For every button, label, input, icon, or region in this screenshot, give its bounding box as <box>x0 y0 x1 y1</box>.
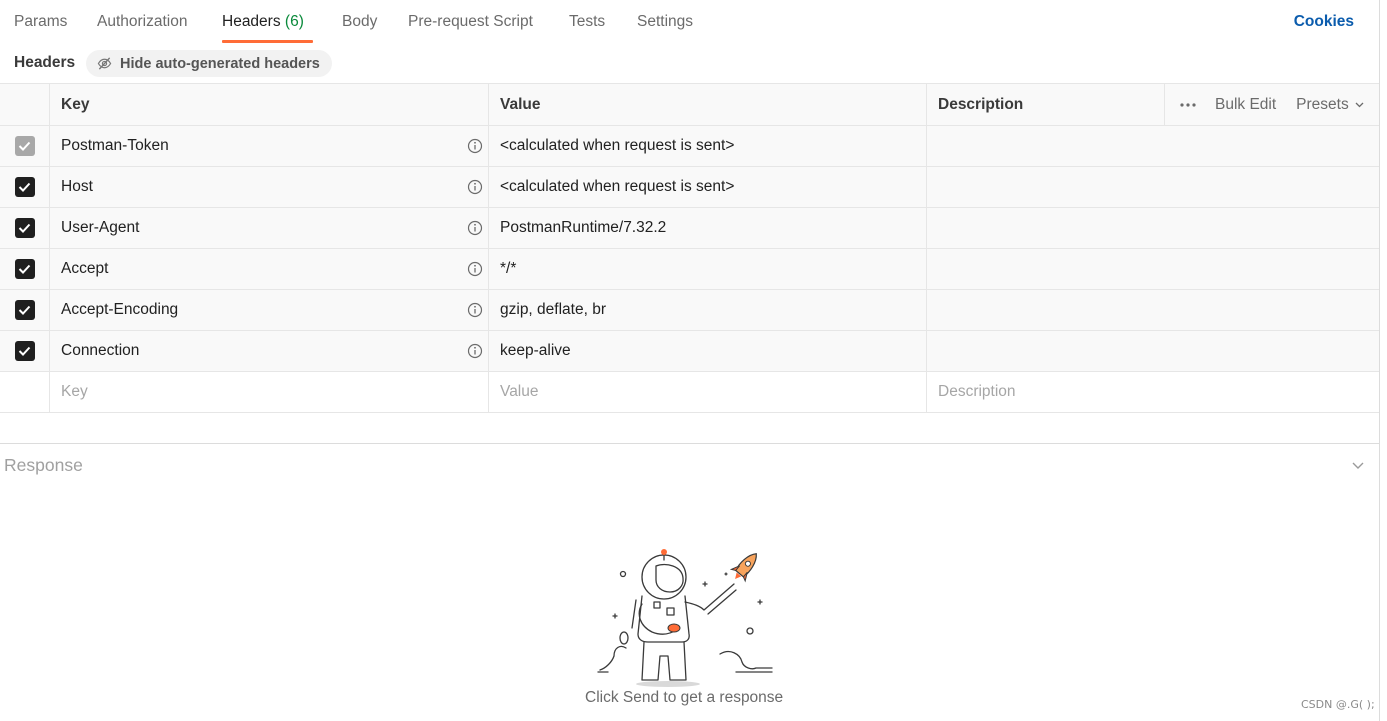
headers-table: Key Value Description Bulk Edit Presets … <box>0 83 1379 413</box>
hide-button-label: Hide auto-generated headers <box>120 55 320 72</box>
info-icon[interactable] <box>467 261 483 277</box>
row-checkbox[interactable] <box>14 341 35 361</box>
row-checkbox[interactable] <box>14 300 35 320</box>
headers-section-title: Headers <box>14 54 76 71</box>
column-header-value: Value <box>489 84 927 125</box>
check-icon <box>18 141 31 151</box>
table-row: Connection keep-alive <box>0 331 1379 372</box>
new-key-input[interactable]: Key <box>50 372 489 412</box>
new-header-row: Key Value Description <box>0 372 1379 413</box>
table-row: User-Agent PostmanRuntime/7.32.2 <box>0 208 1379 249</box>
row-checkbox-cell <box>0 372 50 412</box>
chevron-down-icon <box>1355 102 1364 108</box>
description-cell[interactable] <box>927 167 1379 207</box>
column-header-key: Key <box>50 84 489 125</box>
new-value-input[interactable]: Value <box>489 372 927 412</box>
right-panel-border <box>1379 0 1380 721</box>
row-checkbox-cell <box>0 331 50 371</box>
value-cell[interactable]: */* <box>489 249 927 289</box>
table-header-row: Key Value Description Bulk Edit Presets <box>0 84 1379 126</box>
response-empty-hint: Click Send to get a response <box>585 689 784 706</box>
description-cell[interactable] <box>927 208 1379 248</box>
more-options-button[interactable] <box>1180 103 1196 107</box>
tab-settings[interactable]: Settings <box>637 13 693 31</box>
more-horizontal-icon <box>1180 103 1196 107</box>
value-cell[interactable]: <calculated when request is sent> <box>489 126 927 166</box>
tab-headers-count: (6) <box>284 13 304 30</box>
tab-tests[interactable]: Tests <box>569 13 605 31</box>
bulk-edit-button[interactable]: Bulk Edit <box>1215 96 1276 114</box>
description-cell[interactable] <box>927 249 1379 289</box>
row-checkbox[interactable] <box>14 136 35 156</box>
new-description-input[interactable]: Description <box>927 372 1379 412</box>
info-icon[interactable] <box>467 220 483 236</box>
key-text: Connection <box>61 342 140 359</box>
tab-authorization[interactable]: Authorization <box>97 13 187 31</box>
check-icon <box>18 223 31 233</box>
tab-params[interactable]: Params <box>14 13 67 31</box>
key-text: Host <box>61 178 93 195</box>
check-icon <box>18 346 31 356</box>
check-icon <box>18 305 31 315</box>
info-icon[interactable] <box>467 138 483 154</box>
watermark: CSDN @.G( ); <box>1301 698 1375 711</box>
row-checkbox[interactable] <box>14 259 35 279</box>
value-cell[interactable]: gzip, deflate, br <box>489 290 927 330</box>
key-cell[interactable]: Accept-Encoding <box>50 290 489 330</box>
row-checkbox-cell <box>0 208 50 248</box>
tab-headers[interactable]: Headers (6) <box>222 13 304 31</box>
key-text: User-Agent <box>61 219 140 236</box>
row-checkbox[interactable] <box>14 177 35 197</box>
check-icon <box>18 264 31 274</box>
presets-dropdown[interactable]: Presets <box>1296 96 1364 114</box>
description-cell[interactable] <box>927 126 1379 166</box>
table-row: Host <calculated when request is sent> <box>0 167 1379 208</box>
key-cell[interactable]: Accept <box>50 249 489 289</box>
response-title: Response <box>4 455 83 475</box>
presets-label: Presets <box>1296 96 1349 113</box>
value-cell[interactable]: keep-alive <box>489 331 927 371</box>
tab-headers-label: Headers <box>222 13 281 30</box>
key-text: Postman-Token <box>61 137 169 154</box>
request-tabs: Params Authorization Headers (6) Body Pr… <box>0 0 1379 44</box>
key-cell[interactable]: Host <box>50 167 489 207</box>
value-cell[interactable]: <calculated when request is sent> <box>489 167 927 207</box>
response-divider[interactable] <box>0 443 1379 444</box>
row-checkbox-cell <box>0 249 50 289</box>
key-cell[interactable]: Connection <box>50 331 489 371</box>
check-icon <box>18 182 31 192</box>
row-checkbox-cell <box>0 167 50 207</box>
description-cell[interactable] <box>927 290 1379 330</box>
active-tab-indicator <box>222 40 313 43</box>
chevron-down-icon[interactable] <box>1351 458 1365 472</box>
description-cell[interactable] <box>927 331 1379 371</box>
table-row: Accept */* <box>0 249 1379 290</box>
key-cell[interactable]: User-Agent <box>50 208 489 248</box>
row-checkbox-cell <box>0 290 50 330</box>
hide-auto-generated-headers-button[interactable]: Hide auto-generated headers <box>86 50 332 77</box>
info-icon[interactable] <box>467 179 483 195</box>
key-text: Accept-Encoding <box>61 301 179 318</box>
eye-off-icon <box>97 57 112 70</box>
value-cell[interactable]: PostmanRuntime/7.32.2 <box>489 208 927 248</box>
cookies-link[interactable]: Cookies <box>1294 13 1354 31</box>
tab-pre-request-script[interactable]: Pre-request Script <box>408 13 533 31</box>
column-header-description: Description <box>927 84 1165 125</box>
table-row: Accept-Encoding gzip, deflate, br <box>0 290 1379 331</box>
tab-body[interactable]: Body <box>342 13 377 31</box>
table-row: Postman-Token <calculated when request i… <box>0 126 1379 167</box>
key-cell[interactable]: Postman-Token <box>50 126 489 166</box>
info-icon[interactable] <box>467 302 483 318</box>
astronaut-rocket-illustration <box>597 549 773 687</box>
table-tools: Bulk Edit Presets <box>1165 84 1364 126</box>
key-text: Accept <box>61 260 109 277</box>
row-checkbox-cell <box>0 126 50 166</box>
header-checkbox-cell <box>0 84 50 125</box>
info-icon[interactable] <box>467 343 483 359</box>
row-checkbox[interactable] <box>14 218 35 238</box>
